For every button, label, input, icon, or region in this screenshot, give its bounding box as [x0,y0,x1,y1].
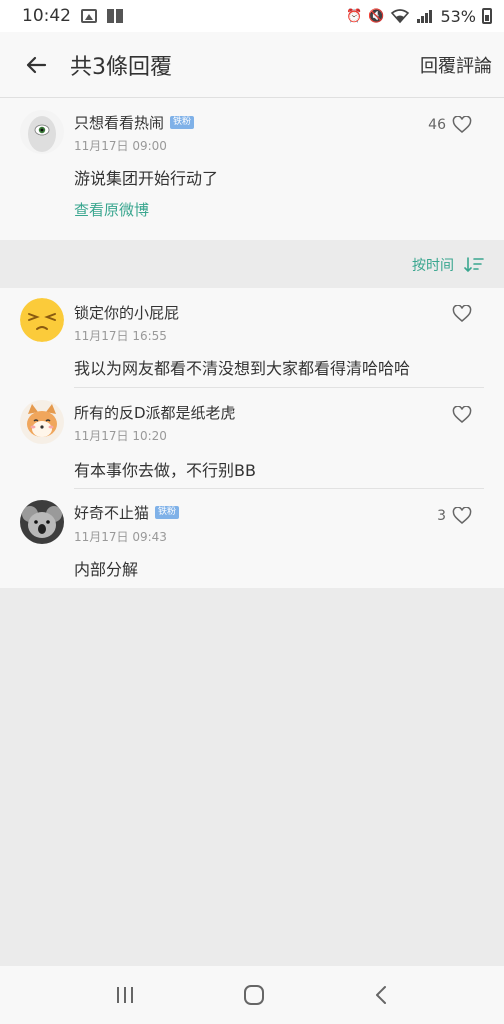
author-name-text: 锁定你的小屁屁 [74,304,180,322]
avatar[interactable] [20,110,64,154]
status-time: 10:42 [22,6,71,26]
gallery-icon [81,9,97,23]
annoyed-face-avatar-icon [20,298,64,342]
sort-by-time-button[interactable]: 按时间 [412,255,454,275]
like-button[interactable]: 3 [437,507,472,525]
heart-icon [452,305,472,322]
comment-text: 有本事你去做，不行别BB [74,461,256,480]
system-nav-bar [0,966,504,1024]
author-name-text: 好奇不止猫 [74,504,150,522]
divider [74,488,484,489]
like-count: 3 [437,508,446,524]
comment-text: 内部分解 [74,560,139,579]
reply-comment-button[interactable]: 回覆評論 [420,52,492,78]
original-comment: 只想看看热闹 铁粉 11月17日 09:00 游说集团开始行动了 查看原微博 4… [0,98,504,240]
shiba-dog-avatar-icon [20,400,64,444]
arrow-left-icon [26,56,47,73]
avatar[interactable] [20,298,64,342]
author-name-text: 所有的反D派都是纸老虎 [74,404,236,422]
timestamp: 11月17日 10:20 [74,429,167,443]
egg-eye-avatar-icon [20,110,64,154]
home-icon[interactable] [242,983,266,1007]
koala-avatar-icon [20,500,64,544]
battery-percent: 53% [440,6,476,26]
author-name[interactable]: 所有的反D派都是纸老虎 [74,402,236,423]
mute-icon: 🔇 [368,8,385,24]
like-count: 46 [428,117,446,133]
divider [74,387,484,388]
status-bar: 10:42 ⏰ 🔇 53% [0,0,504,32]
comment-text: 我以为网友都看不清没想到大家都看得清哈哈哈 [74,359,411,378]
recent-apps-icon[interactable] [113,985,137,1005]
page-title: 共3條回覆 [70,54,172,80]
battery-icon [482,8,492,24]
heart-icon [452,116,472,133]
like-button[interactable]: 46 [428,116,472,134]
avatar[interactable] [20,500,64,544]
like-button[interactable] [452,305,472,323]
view-original-link[interactable]: 查看原微博 [74,199,149,220]
author-name[interactable]: 只想看看热闹 铁粉 [74,112,195,133]
fan-badge: 铁粉 [170,116,195,129]
heart-icon [452,507,472,524]
reply-list: 锁定你的小屁屁 11月17日 16:55 我以为网友都看不清没想到大家都看得清哈… [0,288,504,588]
comment-text: 游说集团开始行动了 [74,169,219,188]
author-name[interactable]: 好奇不止猫 铁粉 [74,502,180,523]
sort-bar: 按时间 [0,242,504,288]
timestamp: 11月17日 16:55 [74,329,167,343]
timestamp: 11月17日 09:00 [74,139,167,153]
author-name[interactable]: 锁定你的小屁屁 [74,302,179,323]
back-nav-icon[interactable] [371,984,391,1006]
app-header: 共3條回覆 回覆評論 [0,32,504,98]
avatar[interactable] [20,400,64,444]
author-name-text: 只想看看热闹 [74,114,165,132]
notification-icon [107,9,123,23]
heart-icon [452,406,472,423]
wifi-icon [391,9,410,24]
timestamp: 11月17日 09:43 [74,530,167,544]
alarm-icon: ⏰ [346,8,363,24]
like-button[interactable] [452,406,472,424]
signal-icon [417,10,433,23]
fan-badge: 铁粉 [155,506,180,519]
sort-icon[interactable] [464,256,484,274]
back-button[interactable] [16,45,56,85]
